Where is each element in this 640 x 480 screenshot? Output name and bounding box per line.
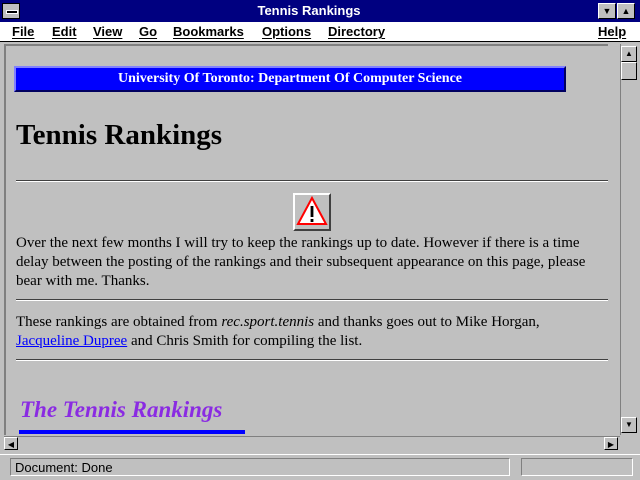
page-content[interactable]: University Of Toronto: Department Of Com… (4, 44, 608, 435)
browser-window: Tennis Rankings ▼ ▲ File Edit View Go Bo… (0, 0, 640, 480)
menu-edit[interactable]: Edit (52, 24, 77, 40)
menu-go[interactable]: Go (139, 24, 157, 40)
status-text: Document: Done (10, 458, 510, 476)
page-title: Tennis Rankings (16, 119, 223, 151)
source-middle: and thanks goes out to Mike Horgan, (314, 314, 540, 330)
source-suffix: and Chris Smith for compiling the list. (127, 333, 363, 349)
menu-view[interactable]: View (93, 24, 122, 40)
newsgroup-name: rec.sport.tennis (221, 314, 315, 330)
scroll-right-button[interactable]: ▶ (604, 437, 618, 450)
heading-underline (19, 430, 245, 434)
menu-help[interactable]: Help (598, 24, 626, 40)
intro-paragraph: Over the next few months I will try to k… (16, 235, 586, 289)
menu-bar: File Edit View Go Bookmarks Options Dire… (0, 22, 640, 42)
menu-file[interactable]: File (12, 24, 34, 40)
scroll-up-button[interactable]: ▲ (621, 46, 637, 62)
warning-triangle-icon (296, 195, 328, 225)
maximize-button[interactable]: ▲ (617, 3, 635, 19)
divider (16, 359, 608, 361)
department-banner: University Of Toronto: Department Of Com… (14, 66, 566, 92)
system-menu-button[interactable] (2, 3, 20, 19)
menu-options[interactable]: Options (262, 24, 311, 40)
progress-indicator (521, 458, 633, 476)
scroll-left-button[interactable]: ◀ (4, 437, 18, 450)
menu-bookmarks[interactable]: Bookmarks (173, 24, 244, 40)
warning-image[interactable] (293, 193, 331, 231)
jacqueline-dupree-link[interactable]: Jacqueline Dupree (16, 333, 127, 349)
horizontal-scrollbar[interactable]: ◀ ▶ (4, 436, 620, 450)
divider (16, 299, 608, 301)
section-heading: The Tennis Rankings (20, 397, 223, 422)
source-prefix: These rankings are obtained from (16, 314, 222, 330)
source-paragraph: These rankings are obtained from rec.spo… (16, 313, 606, 351)
vertical-scrollbar[interactable]: ▲ ▼ (620, 44, 637, 435)
scroll-down-button[interactable]: ▼ (621, 417, 637, 433)
menu-directory[interactable]: Directory (328, 24, 385, 40)
minimize-button[interactable]: ▼ (598, 3, 616, 19)
title-bar[interactable]: Tennis Rankings ▼ ▲ (0, 0, 640, 22)
status-bar: Document: Done (0, 454, 640, 480)
vertical-scroll-thumb[interactable] (621, 62, 637, 80)
window-title: Tennis Rankings (257, 3, 361, 18)
divider (16, 180, 608, 182)
